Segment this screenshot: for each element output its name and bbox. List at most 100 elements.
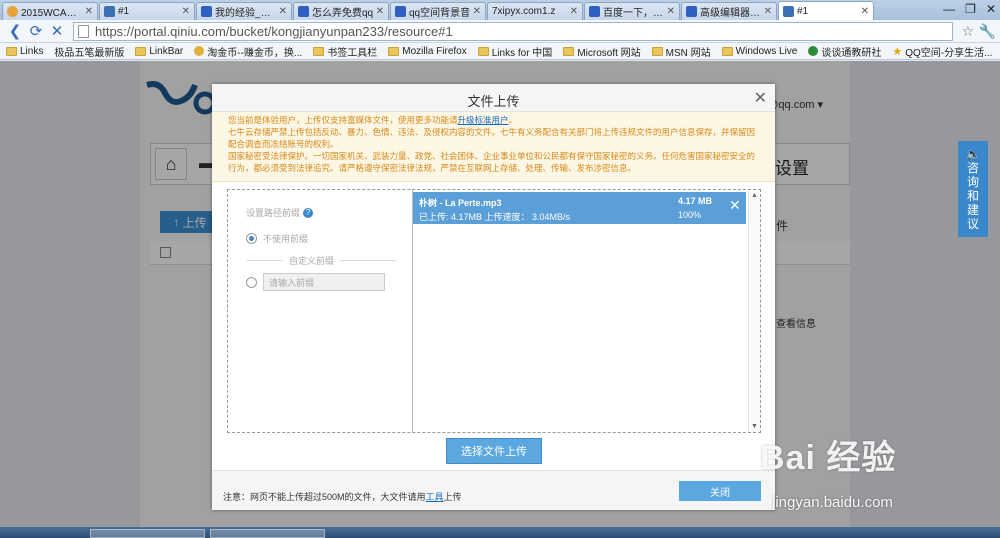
address-bar-row: ❮ ⟳ ✕ https://portal.qiniu.com/bucket/ko… [0,20,1000,43]
taskbar-button[interactable] [210,529,325,538]
bookmark-star-icon[interactable]: ☆ [961,23,974,40]
tab-close-icon[interactable]: ✕ [473,6,481,17]
tab-close-icon[interactable]: ✕ [279,6,287,17]
back-icon[interactable]: ❮ [6,22,24,40]
folder-icon [477,46,489,56]
upload-notice: 您当前是体验用户，上传仅支持富媒体文件，使用更多功能请升级标准用户。 七牛云存储… [212,112,775,182]
bookmark-item[interactable]: Windows Live [721,46,797,57]
window-controls: — ❐ ✕ [943,2,996,16]
tab-close-icon[interactable]: ✕ [667,6,675,17]
browser-tab[interactable]: 高级编辑器_百 ✕ [681,2,777,20]
tab-close-icon[interactable]: ✕ [861,6,869,17]
url-text: https://portal.qiniu.com/bucket/kongjian… [95,23,453,39]
tab-favicon-icon [589,6,600,17]
bookmark-item[interactable]: 谈谈通教研社 [808,44,881,59]
bookmark-item[interactable]: 书签工具栏 [313,44,377,59]
dialog-footer: 注意：网页不能上传超过500M的文件，大文件请用工具上传 关闭 [212,470,775,510]
close-icon[interactable]: ✕ [754,88,767,108]
tab-close-icon[interactable]: ✕ [570,6,578,17]
tab-favicon-icon [783,5,794,17]
dialog-title: 文件上传 [467,94,520,109]
bookmark-item[interactable]: Mozilla Firefox [388,46,467,57]
tab-close-icon[interactable]: ✕ [182,6,190,17]
tab-favicon-icon [395,6,406,17]
prefix-settings-title: 设置路径前缀? [246,206,314,219]
tab-favicon-icon [686,6,697,17]
feedback-tab[interactable]: 🔈 咨 询 和 建 议 [958,141,988,237]
file-size: 4.17 MB [678,196,713,206]
bookmark-item[interactable]: 淘金币--赚金币，换... [194,44,302,59]
upgrade-link[interactable]: 升级标准用户 [458,115,509,125]
taskbar-button[interactable] [90,529,205,538]
bookmark-item[interactable]: LinkBar [135,46,183,57]
maximize-icon[interactable]: ❐ [965,2,976,16]
browser-tab[interactable]: 我的经验_个人 ✕ [196,2,292,20]
notice-line-2: 七牛云存储严禁上传包括反动、暴力、色情、违法、及侵权内容的文件。七牛有义务配合有… [228,127,756,149]
file-queue: 朴树 - La Perte.mp3 已上传: 4.17MB 上传速度： 3.04… [413,190,760,432]
bookmark-item[interactable]: Links for 中国 [477,44,552,59]
bookmark-item[interactable]: Links [6,46,43,57]
bookmark-item[interactable]: ★ QQ空间-分享生活... [892,44,992,59]
reload-icon[interactable]: ⟳ [27,22,45,40]
browser-tab[interactable]: 2015WCA温州 ✕ [2,2,98,20]
browser-tab[interactable]: #1 ✕ [99,2,195,20]
minimize-icon[interactable]: — [943,2,955,16]
windows-taskbar [0,527,1000,538]
help-icon[interactable]: ? [303,207,314,218]
file-queue-scrollbar[interactable]: ▲ ▼ [748,190,760,432]
browser-tab[interactable]: qq空间背景音 ✕ [390,2,486,20]
tab-favicon-icon [7,6,18,17]
star-icon: ★ [892,45,903,58]
dialog-header: 文件上传 ✕ [212,84,775,112]
select-file-button[interactable]: 选择文件上传 [446,438,542,464]
browser-tab[interactable]: 7xipyx.com1.z ✕ [487,2,583,20]
prefix-input[interactable]: 请输入前缀 [263,273,385,291]
close-button[interactable]: 关闭 [679,481,761,501]
file-progress-percent: 100% [678,210,702,220]
custom-prefix-radio[interactable] [246,277,257,288]
tab-favicon-icon [104,6,115,17]
size-limit-note: 注意：网页不能上传超过500M的文件，大文件请用工具上传 [223,492,462,502]
folder-icon [388,46,400,56]
no-prefix-radio[interactable] [246,233,257,244]
no-prefix-label: 不使用前缀 [263,234,309,244]
bookmark-item[interactable]: Microsoft 网站 [563,44,641,59]
browser-tab-strip: 2015WCA温州 ✕ #1 ✕ 我的经验_个人 ✕ 怎么弄免费qq ✕ qq空间背景音… [0,0,1000,20]
site-icon [808,46,819,56]
file-upload-dialog: 文件上传 ✕ 您当前是体验用户，上传仅支持富媒体文件，使用更多功能请升级标准用户… [212,84,775,510]
tab-close-icon[interactable]: ✕ [764,6,772,17]
speaker-icon: 🔈 [965,147,981,161]
tab-close-icon[interactable]: ✕ [376,6,384,17]
browser-tab[interactable]: 怎么弄免费qq ✕ [293,2,389,20]
folder-icon [6,46,17,56]
prefix-settings: 设置路径前缀? 不使用前缀 自定义前缀 请输入前缀 [228,190,413,432]
upload-file-item[interactable]: 朴树 - La Perte.mp3 已上传: 4.17MB 上传速度： 3.04… [413,192,746,224]
url-input[interactable]: https://portal.qiniu.com/bucket/kongjian… [73,21,996,41]
folder-icon [721,46,733,56]
bookmarks-bar: Links 极品五笔最新版 LinkBar 淘金币--赚金币，换... 书签工具… [0,43,1000,60]
folder-icon [651,46,663,56]
folder-icon [313,46,325,56]
file-name: 朴树 - La Perte.mp3 [419,198,502,208]
tool-link[interactable]: 工具 [426,492,444,502]
browser-tab[interactable]: 百度一下，你就✕ [584,2,680,20]
notice-line-3: 国家秘密受法律保护。一切国家机关、武装力量、政党、社会团体、企业事业单位和公民都… [228,151,756,173]
window-close-icon[interactable]: ✕ [986,2,996,16]
page-icon [78,24,89,38]
notice-line-1: 您当前是体验用户，上传仅支持富媒体文件，使用更多功能请升级标准用户。 [228,115,518,125]
bookmark-item[interactable]: MSN 网站 [651,44,711,59]
menu-wrench-icon[interactable]: 🔧 [979,23,996,40]
browser-tab-active[interactable]: #1 ✕ [778,1,874,20]
scroll-down-icon[interactable]: ▼ [751,423,758,430]
scroll-up-icon[interactable]: ▲ [751,192,758,199]
folder-icon [563,46,575,56]
remove-file-icon[interactable]: ✕ [729,197,741,214]
bookmark-item[interactable]: 极品五笔最新版 [54,44,124,59]
file-status: 已上传: 4.17MB 上传速度： 3.04MB/s [419,212,571,222]
watermark-logo: Bai 经验 [760,439,897,477]
stop-icon[interactable]: ✕ [48,22,66,40]
tab-close-icon[interactable]: ✕ [85,6,93,17]
tab-favicon-icon [201,6,212,17]
custom-prefix-divider-label: 自定义前缀 [283,254,341,267]
folder-icon [135,46,147,56]
